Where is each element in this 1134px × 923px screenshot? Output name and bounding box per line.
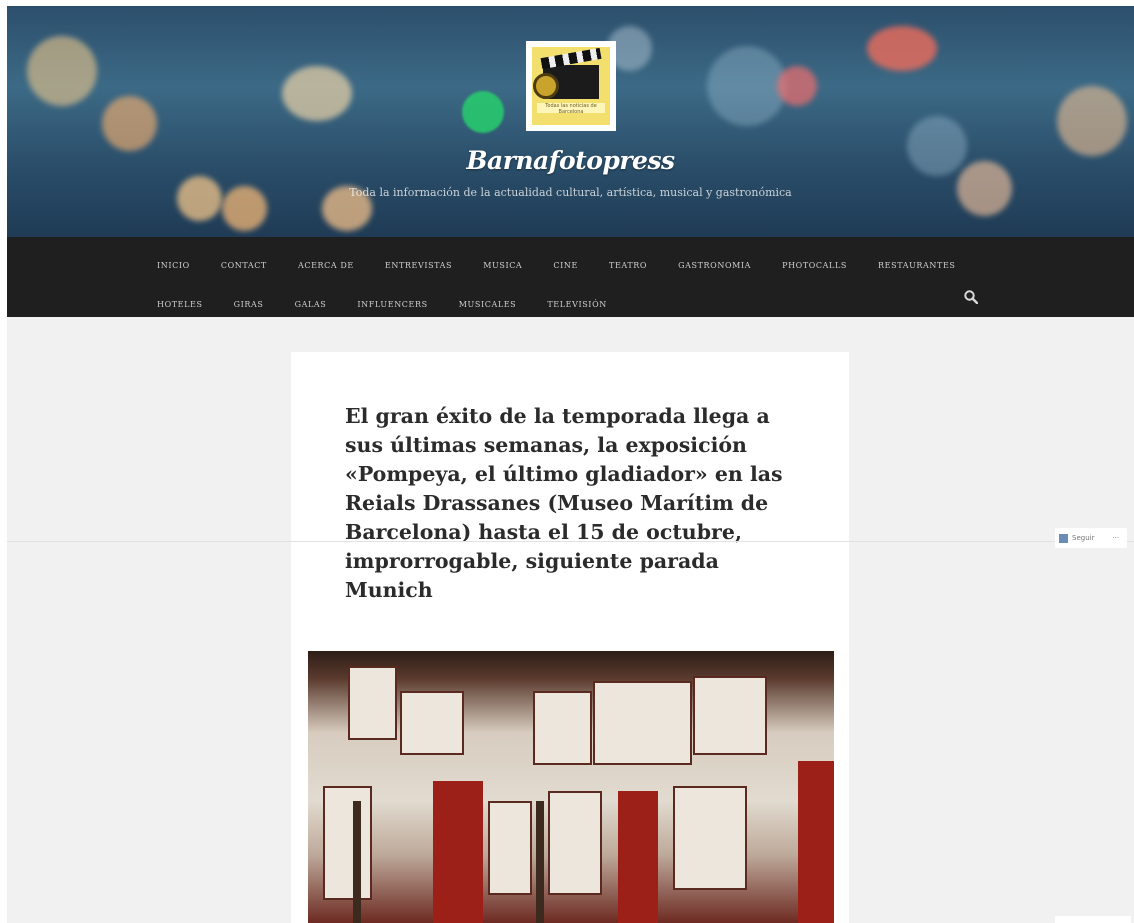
more-options-icon[interactable]: ··· [1112, 534, 1119, 542]
follow-icon [1059, 533, 1068, 543]
nav-item-cine[interactable]: CINE [553, 261, 578, 270]
nav-item-giras[interactable]: GIRAS [234, 300, 264, 309]
nav-item-musicales[interactable]: MUSICALES [459, 300, 517, 309]
site-tagline: Toda la información de la actualidad cul… [349, 186, 792, 199]
screenshot-seam [7, 541, 1134, 542]
nav-item-musica[interactable]: MUSICA [483, 261, 522, 270]
bokeh-light [707, 46, 787, 126]
follow-button-bottom[interactable] [1055, 916, 1131, 923]
wall-panel [673, 786, 747, 890]
wall-panel [693, 676, 767, 755]
bokeh-light [462, 91, 504, 133]
post-title[interactable]: El gran éxito de la temporada llega a su… [345, 402, 800, 605]
browser-viewport: Todas las noticias de Barcelona Barnafot… [7, 6, 1134, 923]
wall-panel [548, 791, 602, 895]
red-wall-section [433, 781, 483, 923]
wall-panel [400, 691, 464, 755]
red-wall-section [618, 791, 658, 923]
nav-row-1: INICIO CONTACT ACERCA DE ENTREVISTAS MUS… [157, 253, 981, 272]
lamp-stand [536, 801, 544, 923]
search-icon[interactable] [964, 290, 978, 304]
nav-item-restaurantes[interactable]: RESTAURANTES [878, 261, 955, 270]
wall-panel [488, 801, 532, 895]
film-reel-icon [533, 73, 559, 99]
wall-panel [323, 786, 372, 900]
follow-button[interactable]: Seguir ··· [1055, 528, 1127, 548]
nav-item-contact[interactable]: CONTACT [221, 261, 267, 270]
follow-label: Seguir [1072, 534, 1095, 542]
nav-item-inicio[interactable]: INICIO [157, 261, 190, 270]
wall-panel [593, 681, 692, 765]
nav-item-entrevistas[interactable]: ENTREVISTAS [385, 261, 452, 270]
nav-item-photocalls[interactable]: PHOTOCALLS [782, 261, 847, 270]
wall-panel [348, 666, 397, 740]
main-navigation: INICIO CONTACT ACERCA DE ENTREVISTAS MUS… [7, 237, 1134, 317]
nav-item-television[interactable]: TELEVISIÓN [547, 300, 606, 309]
nav-item-gastronomia[interactable]: GASTRONOMIA [678, 261, 751, 270]
site-logo[interactable]: Todas las noticias de Barcelona [526, 41, 616, 131]
red-wall-section [798, 761, 834, 923]
nav-item-teatro[interactable]: TEATRO [609, 261, 647, 270]
nav-item-galas[interactable]: GALAS [295, 300, 327, 309]
bokeh-light [867, 26, 937, 71]
bokeh-light [27, 36, 97, 106]
site-header: Todas las noticias de Barcelona Barnafot… [7, 6, 1134, 237]
nav-row-2: HOTELES GIRAS GALAS INFLUENCERS MUSICALE… [157, 292, 633, 311]
bokeh-light [777, 66, 817, 106]
wall-panel [533, 691, 592, 765]
nav-item-influencers[interactable]: INFLUENCERS [357, 300, 427, 309]
nav-item-hoteles[interactable]: HOTELES [157, 300, 203, 309]
clapperboard-icon [533, 65, 599, 99]
site-title[interactable]: Barnafotopress [7, 146, 1134, 175]
bokeh-light [102, 96, 157, 151]
featured-image[interactable] [308, 651, 834, 923]
nav-item-acerca-de[interactable]: ACERCA DE [298, 261, 354, 270]
logo-image: Todas las noticias de Barcelona [532, 47, 610, 125]
lamp-stand [353, 801, 361, 923]
bokeh-light [282, 66, 352, 121]
logo-caption: Todas las noticias de Barcelona [537, 103, 605, 113]
